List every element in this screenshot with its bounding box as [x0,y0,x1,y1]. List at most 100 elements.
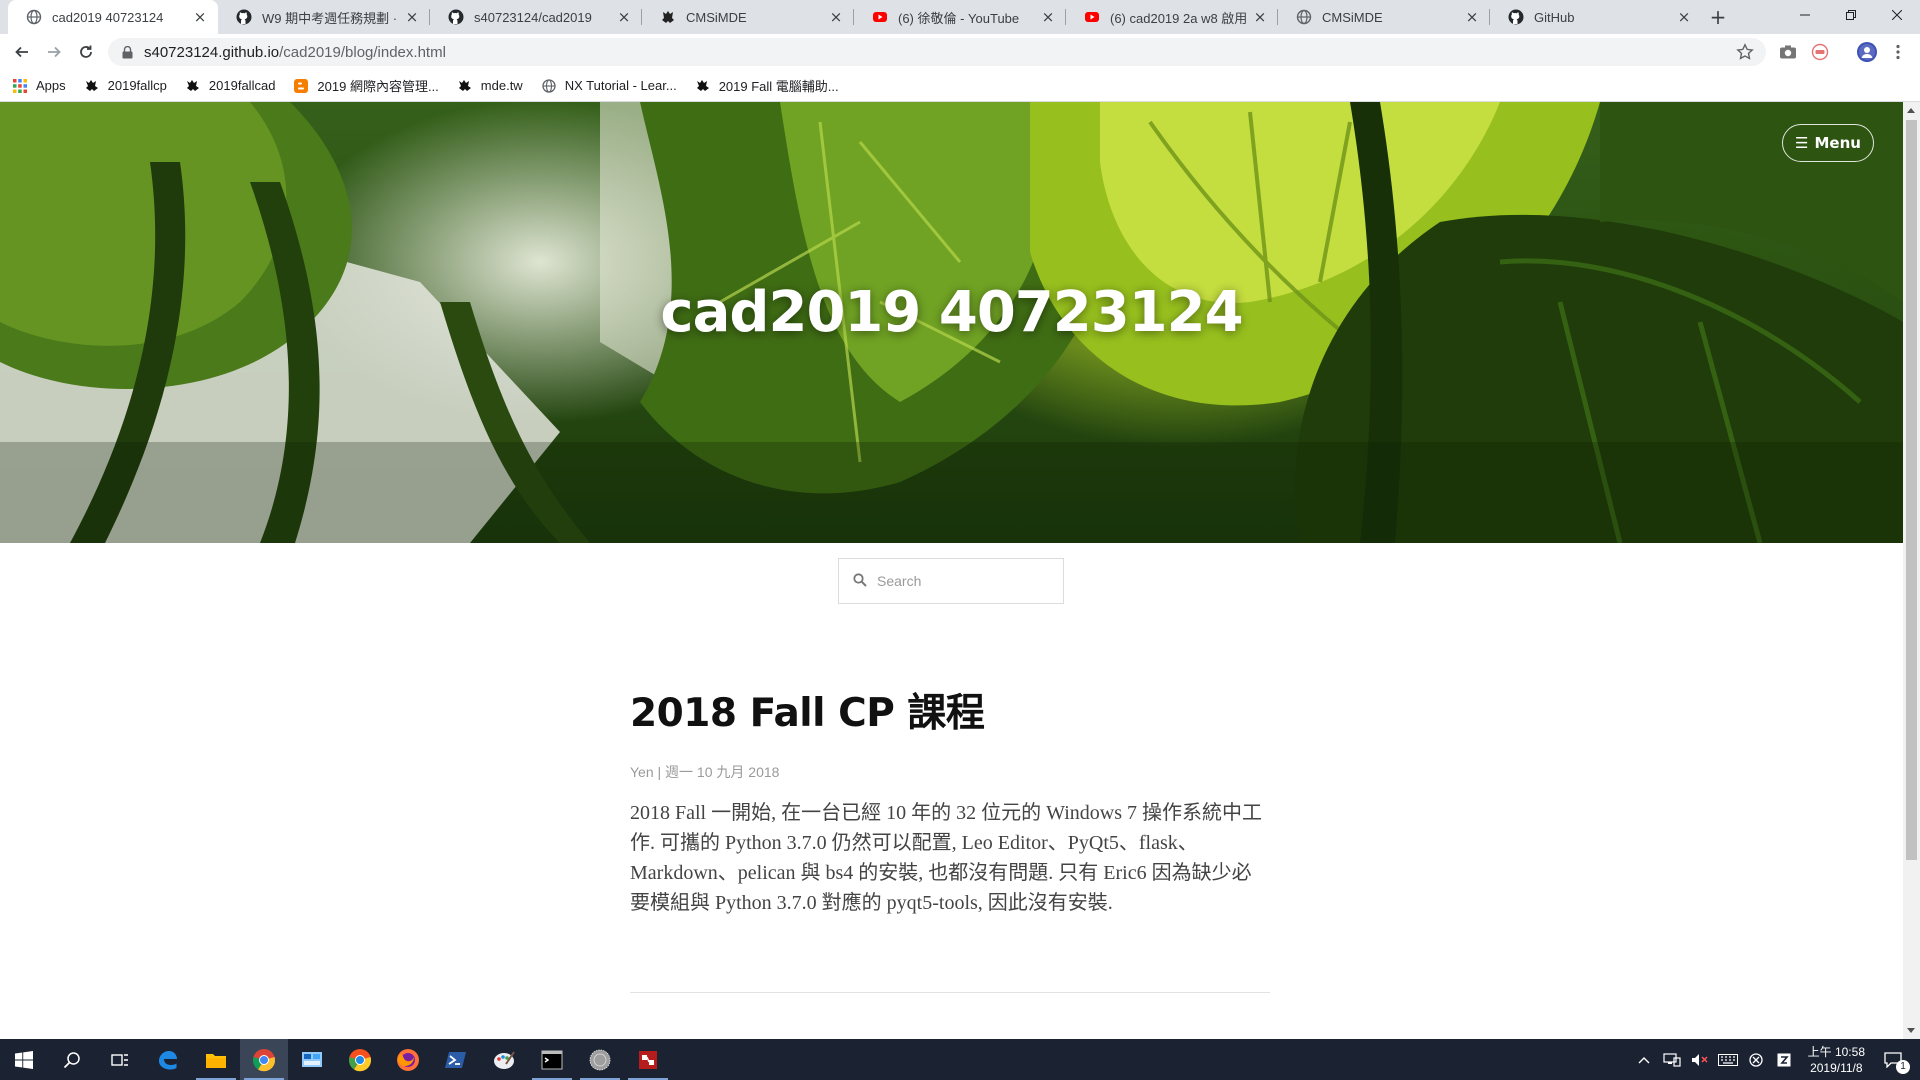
close-icon[interactable]: × [828,8,844,26]
taskbar-solvespace[interactable] [624,1039,672,1080]
extension-badge-icon[interactable] [1810,42,1830,62]
volume-muted-icon[interactable] [1689,1049,1711,1071]
lock-icon[interactable] [120,45,134,59]
search-icon [853,572,867,591]
close-icon[interactable]: × [192,8,208,26]
tab-youtube-1[interactable]: (6) 徐敬倫 - YouTube × [854,0,1066,34]
address-bar[interactable]: s40723124.github.io/cad2019/blog/index.h… [108,38,1766,66]
file-explorer-icon [206,1053,226,1068]
post-title[interactable]: 2018 Fall CP 課程 [630,682,1270,738]
taskbar-firefox[interactable] [384,1039,432,1080]
bookmark-mde-tw[interactable]: mde.tw [457,78,523,94]
bookmark-2019fallcad[interactable]: 2019fallcad [185,78,275,94]
profile-avatar[interactable] [1856,41,1878,63]
tab-cmsimde[interactable]: CMSiMDE × [642,0,854,34]
github-icon [448,9,464,25]
site-title[interactable]: cad2019 40723124 [0,280,1903,345]
windows-start-icon [15,1050,33,1069]
tab-title: cad2019 40723124 [52,9,164,25]
apps-grid-icon [12,78,28,94]
chrome-menu-icon[interactable] [1888,42,1908,62]
reload-button[interactable] [72,38,100,66]
minimize-button[interactable] [1782,0,1828,30]
start-button[interactable] [0,1039,48,1080]
restore-button[interactable] [1828,0,1874,30]
clock-date: 2019/11/8 [1810,1060,1863,1075]
menu-button[interactable]: ☰ Menu [1782,124,1874,162]
taskbar-chrome-canary[interactable] [336,1039,384,1080]
new-tab-button[interactable]: + [1706,5,1730,29]
github-icon [1508,9,1524,25]
scrollbar-thumb[interactable] [1906,120,1917,860]
bookmark-blogger[interactable]: 2019 網際內容管理... [293,76,439,95]
ime-status-icon[interactable] [1745,1049,1767,1071]
youtube-icon [872,9,888,25]
close-icon[interactable]: × [1464,8,1480,26]
minimize-icon [1800,14,1810,16]
keyboard-icon[interactable] [1717,1049,1739,1071]
taskbar-file-explorer[interactable] [192,1039,240,1080]
chrome-icon [252,1048,276,1071]
close-icon[interactable]: × [1040,8,1056,26]
forward-arrow-icon [48,46,61,58]
taskbar-search-button[interactable] [48,1039,96,1080]
taskbar-paint[interactable] [480,1039,528,1080]
taskbar-terminal[interactable] [528,1039,576,1080]
page-scrollbar[interactable] [1903,102,1920,1039]
taskbar-control-panel[interactable] [288,1039,336,1080]
search-input[interactable] [877,573,1047,589]
windows-taskbar: 上午 10:58 2019/11/8 1 [0,1039,1920,1080]
tab-title: s40723124/cad2019 [474,9,592,25]
network-icon[interactable] [1661,1049,1683,1071]
chevron-up-icon[interactable] [1633,1049,1655,1071]
taskbar-powershell[interactable] [432,1039,480,1080]
chrome-canary-icon [348,1048,372,1071]
close-icon [1892,10,1902,20]
taskbar-edge[interactable] [144,1039,192,1080]
notification-center-icon[interactable]: 1 [1882,1049,1910,1074]
globe-icon [541,78,557,94]
tab-github[interactable]: GitHub × [1490,0,1702,34]
tab-github-repo[interactable]: s40723124/cad2019 × [430,0,642,34]
back-arrow-icon [15,46,28,58]
url-text: s40723124.github.io/cad2019/blog/index.h… [144,44,446,61]
screenshot-extension-icon[interactable] [1778,42,1798,62]
notification-count-badge: 1 [1896,1059,1910,1074]
bookmark-label: mde.tw [480,78,523,93]
hero-banner: cad2019 40723124 ☰ Menu [0,102,1903,543]
bookmark-star-icon[interactable] [1736,43,1754,61]
close-icon[interactable]: × [404,8,420,26]
back-button[interactable] [8,38,36,66]
reload-icon [80,45,92,58]
solvespace-icon [639,1050,657,1069]
tab-w9-issue[interactable]: W9 期中考週任務規劃 · Issu × [218,0,430,34]
bookmark-2019fall-cad[interactable]: 2019 Fall 電腦輔助... [695,76,839,95]
bookmark-label: 2019 網際內容管理... [317,79,439,94]
close-icon[interactable]: × [1252,8,1268,26]
restore-icon [1846,10,1856,20]
input-method-icon[interactable] [1773,1049,1795,1071]
task-view-button[interactable] [96,1039,144,1080]
search-box[interactable] [838,558,1064,604]
menu-label: Menu [1814,134,1861,152]
tab-cmsimde-2[interactable]: CMSiMDE × [1278,0,1490,34]
tab-youtube-2[interactable]: (6) cad2019 2a w8 啟用 Cl × [1066,0,1278,34]
scroll-down-arrow-icon[interactable] [1907,1028,1915,1033]
browser-toolbar: s40723124.github.io/cad2019/blog/index.h… [0,34,1920,70]
browser-tab-strip: cad2019 40723124 × W9 期中考週任務規劃 · Issu × … [0,0,1920,34]
post-divider [630,992,1270,993]
close-icon[interactable]: × [616,8,632,26]
tab-cad2019[interactable]: cad2019 40723124 × [8,0,218,34]
bookmark-nx-tutorial[interactable]: NX Tutorial - Lear... [541,78,677,94]
forward-button[interactable] [40,38,68,66]
bookmark-2019fallcp[interactable]: 2019fallcp [84,78,167,94]
close-window-button[interactable] [1874,0,1920,30]
cattle-icon [457,78,473,94]
taskbar-sphere-app[interactable] [576,1039,624,1080]
control-panel-icon [302,1051,322,1067]
taskbar-chrome[interactable] [240,1039,288,1080]
scroll-up-arrow-icon[interactable] [1907,108,1915,113]
system-clock[interactable]: 上午 10:58 2019/11/8 [1808,1044,1865,1076]
close-icon[interactable]: × [1676,8,1692,26]
bookmark-apps[interactable]: Apps [12,78,66,94]
